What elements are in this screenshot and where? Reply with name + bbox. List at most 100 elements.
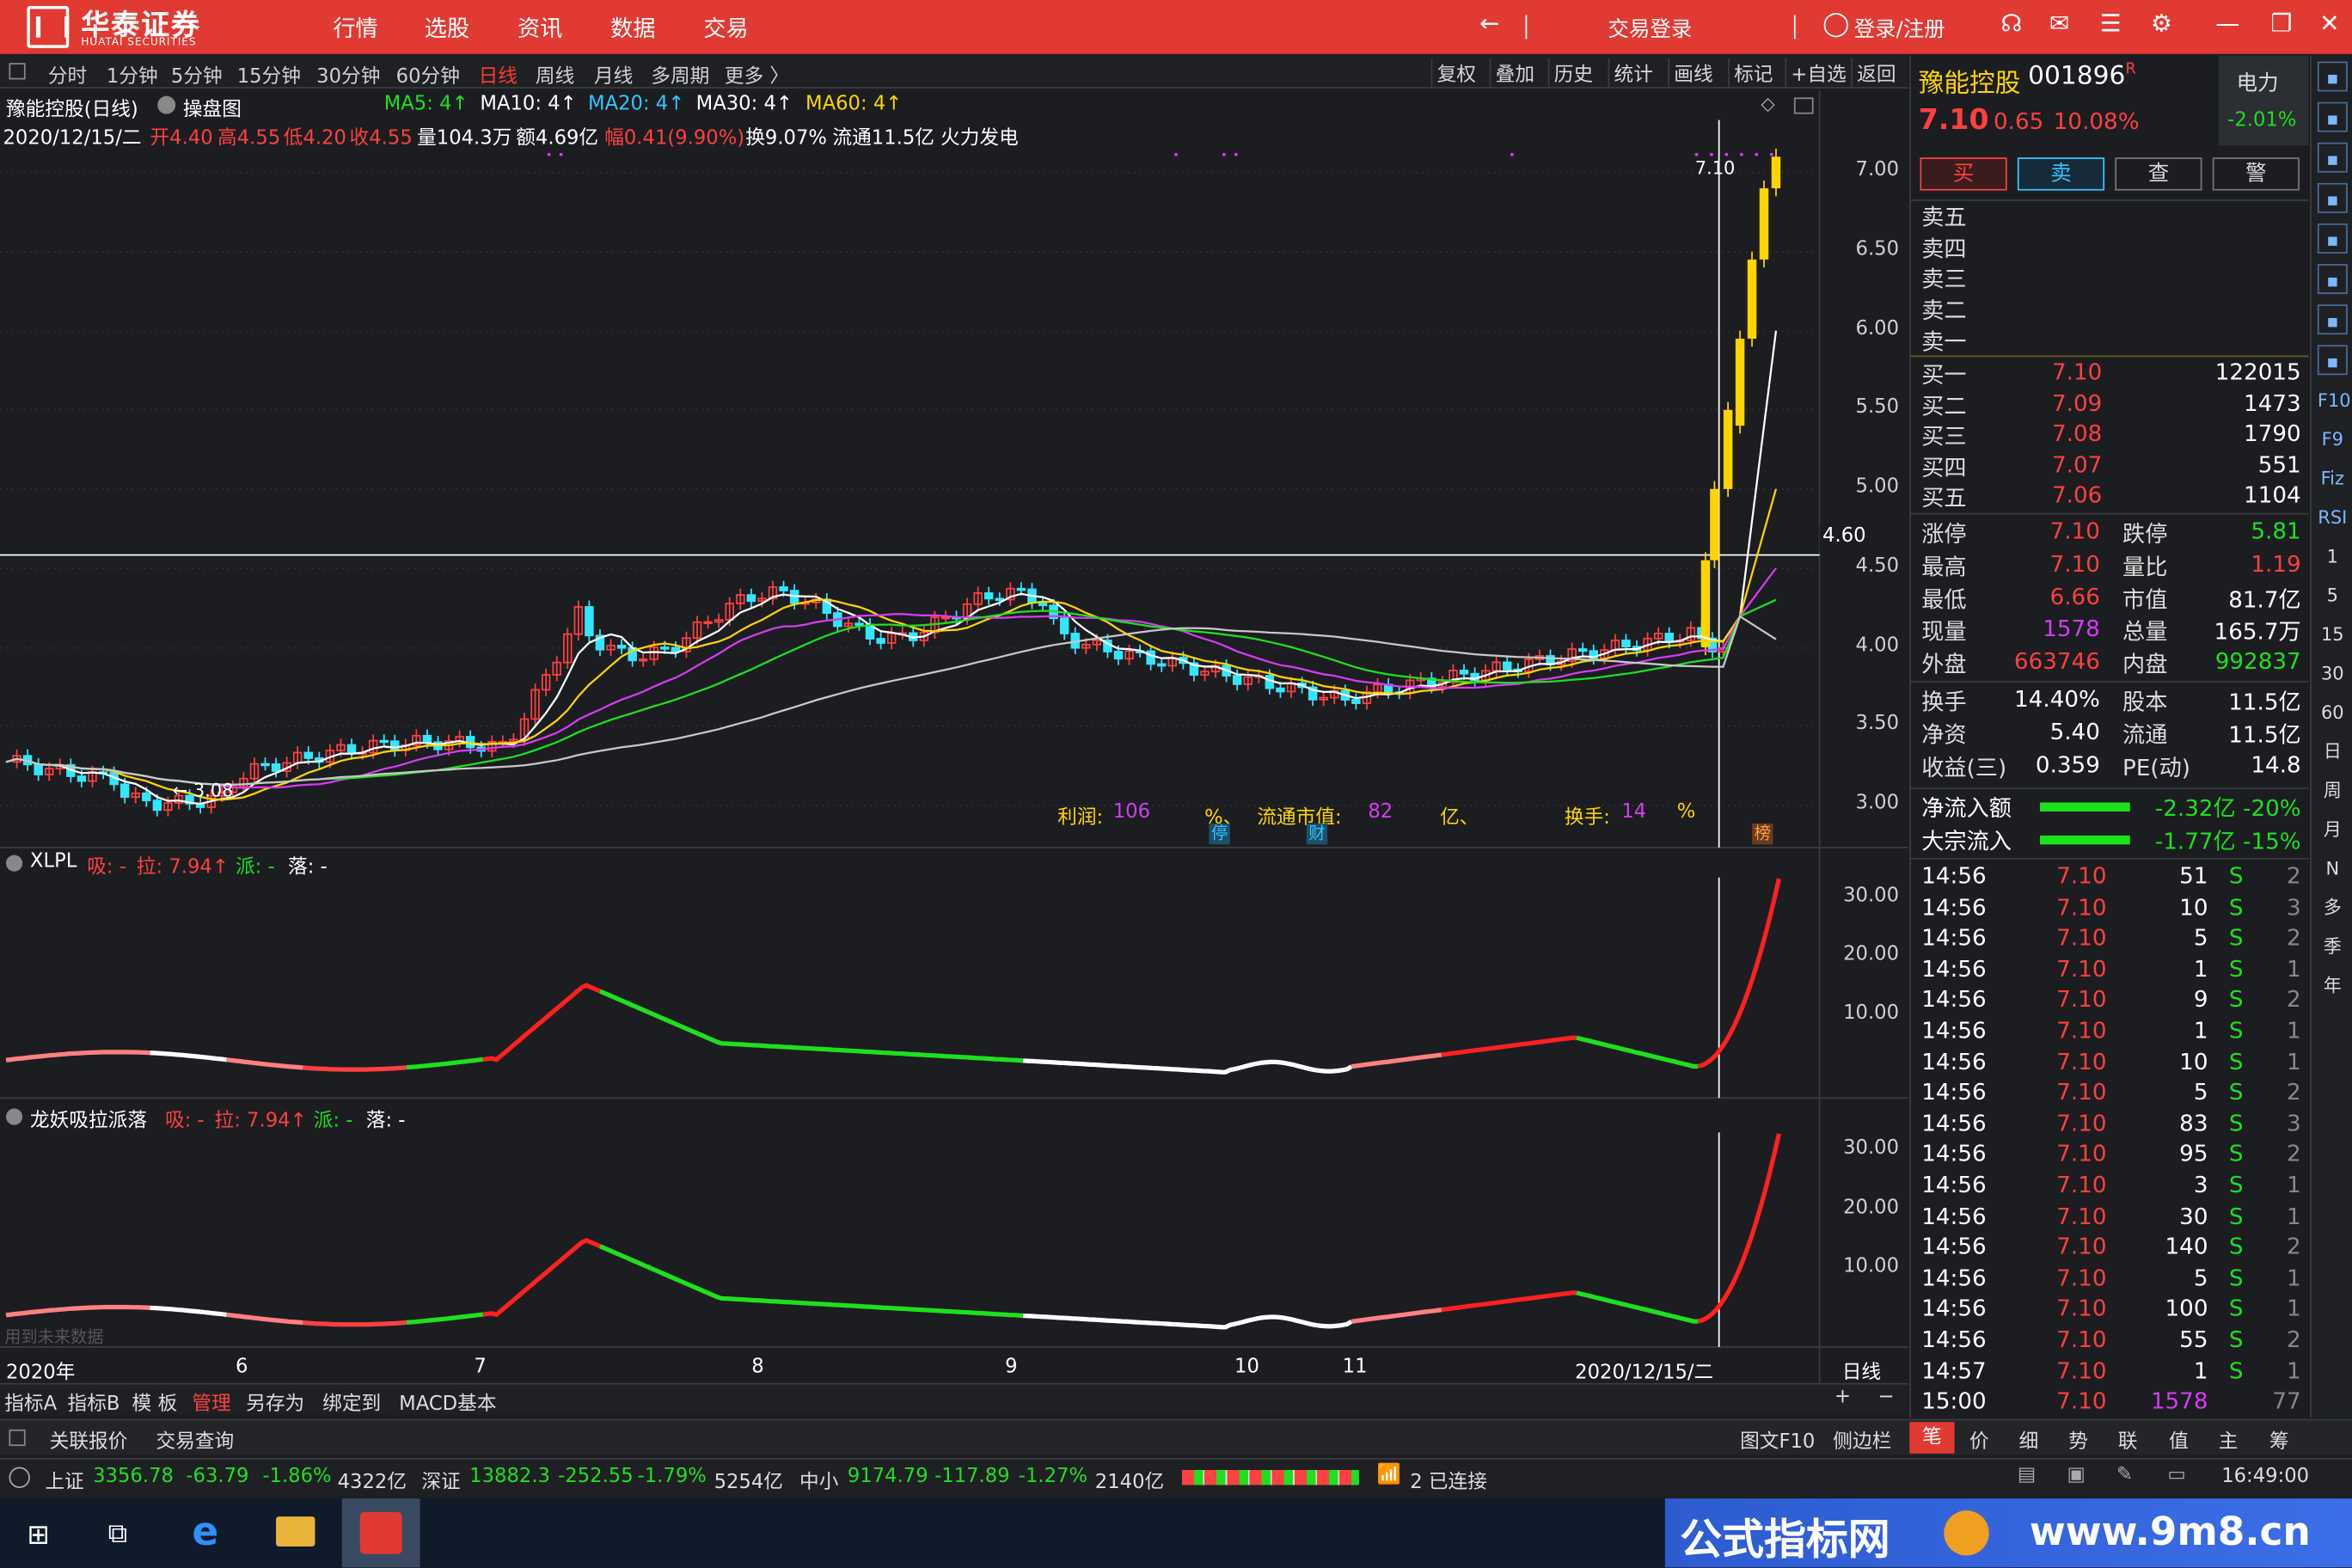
right-toolbar-item[interactable]: Fiz bbox=[2318, 463, 2348, 493]
close-icon[interactable]: ✕ bbox=[2313, 9, 2346, 37]
sidebar-button[interactable]: 侧边栏 bbox=[1833, 1425, 1891, 1454]
period-tab-5m[interactable]: 5分钟 bbox=[171, 60, 223, 89]
table-icon[interactable]: ▪ bbox=[2317, 223, 2348, 254]
nav-data[interactable]: 数据 bbox=[610, 12, 655, 44]
panel-tab-price[interactable]: 价 bbox=[1969, 1425, 1989, 1454]
panel-tab-detail[interactable]: 细 bbox=[2019, 1425, 2039, 1454]
file-explorer-icon[interactable] bbox=[276, 1516, 315, 1547]
halt-tag[interactable]: 停 bbox=[1209, 823, 1230, 845]
market-icon[interactable] bbox=[9, 1467, 30, 1488]
period-tab-1m[interactable]: 1分钟 bbox=[107, 60, 158, 89]
period-tab-timeshare[interactable]: 分时 bbox=[48, 60, 87, 89]
right-toolbar-item[interactable]: 60 bbox=[2318, 697, 2348, 727]
chart-mode[interactable]: 操盘图 bbox=[183, 93, 242, 121]
period-tab-more[interactable]: 更多 〉 bbox=[725, 60, 789, 89]
tab-macd[interactable]: MACD基本 bbox=[399, 1387, 496, 1416]
trade-login-button[interactable]: 交易登录 bbox=[1608, 14, 1693, 44]
return-button[interactable]: 返回 bbox=[1851, 58, 1901, 88]
menu-list-icon[interactable]: ☰ bbox=[2094, 9, 2127, 37]
right-toolbar-item[interactable]: F10 bbox=[2318, 385, 2351, 415]
settings-gear-icon[interactable]: ⚙ bbox=[2145, 9, 2177, 37]
pin-icon[interactable]: ✎ bbox=[2116, 1464, 2133, 1486]
tab-save-as[interactable]: 另存为 bbox=[246, 1387, 304, 1416]
nav-market[interactable]: 行情 bbox=[333, 12, 377, 44]
right-toolbar-item[interactable]: 1 bbox=[2318, 542, 2348, 572]
period-tab-monthly[interactable]: 月线 bbox=[594, 60, 633, 89]
mail-icon[interactable]: ✉ bbox=[2043, 9, 2076, 37]
connection-status[interactable]: 2 已连接 bbox=[1410, 1466, 1487, 1494]
panel-tab-chips[interactable]: 筹 bbox=[2269, 1425, 2289, 1454]
edge-browser-icon[interactable]: e bbox=[192, 1510, 218, 1555]
period-tab-30m[interactable]: 30分钟 bbox=[316, 60, 380, 89]
finance-tag[interactable]: 财 bbox=[1306, 823, 1328, 845]
f10-button[interactable]: 图文F10 bbox=[1740, 1425, 1815, 1454]
right-toolbar-item[interactable]: N bbox=[2318, 854, 2348, 884]
nav-news[interactable]: 资讯 bbox=[518, 12, 562, 44]
sector-box[interactable]: 电力 -2.01% bbox=[2218, 55, 2309, 146]
tab-manage[interactable]: 管理 bbox=[192, 1387, 230, 1416]
chart-svg[interactable] bbox=[0, 89, 1908, 1393]
period-tab-weekly[interactable]: 周线 bbox=[536, 60, 574, 89]
right-toolbar-item[interactable]: 30 bbox=[2318, 658, 2348, 689]
nav-stock-picker[interactable]: 选股 bbox=[425, 12, 469, 44]
app-logo[interactable]: 华泰证券 HUATAI SECURITIES bbox=[9, 3, 218, 51]
panel-toggle-icon[interactable] bbox=[9, 1429, 26, 1447]
right-toolbar-item[interactable]: 周 bbox=[2318, 775, 2348, 805]
right-toolbar-item[interactable]: 日 bbox=[2318, 737, 2348, 767]
zoom-out-icon[interactable]: − bbox=[1878, 1386, 1895, 1408]
bid-price[interactable]: 7.09 bbox=[2052, 389, 2102, 416]
back-arrow-icon[interactable]: ← bbox=[1473, 9, 1505, 37]
bid-price[interactable]: 7.07 bbox=[2052, 450, 2102, 477]
mode-dropdown-icon[interactable] bbox=[157, 95, 176, 114]
ind1-dropdown-icon[interactable] bbox=[5, 854, 23, 872]
panel-tab-trend[interactable]: 势 bbox=[2068, 1425, 2088, 1454]
panel-tab-linked[interactable]: 联 bbox=[2118, 1425, 2138, 1454]
draw-line-button[interactable]: 画线 bbox=[1668, 58, 1718, 88]
add-watchlist-button[interactable]: +自选 bbox=[1785, 58, 1851, 88]
restore-icon[interactable]: ❐ bbox=[2265, 9, 2298, 37]
rank-tag[interactable]: 榜 bbox=[1752, 823, 1773, 845]
period-tab-15m[interactable]: 15分钟 bbox=[237, 60, 301, 89]
right-toolbar-item[interactable]: 5 bbox=[2318, 580, 2348, 610]
sell-button[interactable]: 卖 bbox=[2017, 157, 2105, 191]
right-toolbar-item[interactable]: 月 bbox=[2318, 814, 2348, 844]
mark-button[interactable]: 标记 bbox=[1728, 58, 1778, 88]
calc-icon[interactable]: ▤ bbox=[2018, 1464, 2036, 1486]
down-arrow-icon[interactable]: ▪ bbox=[2317, 142, 2348, 173]
overlay-button[interactable]: 叠加 bbox=[1489, 58, 1540, 88]
period-tab-multi[interactable]: 多周期 bbox=[651, 60, 709, 89]
headset-icon[interactable]: ☊ bbox=[1995, 9, 2028, 37]
index-zx-name[interactable]: 中小 bbox=[799, 1466, 838, 1494]
query-button[interactable]: 查 bbox=[2115, 157, 2202, 191]
minimize-icon[interactable]: — bbox=[2211, 9, 2244, 37]
windows-start-icon[interactable]: ⊞ bbox=[27, 1520, 49, 1552]
period-tab-60m[interactable]: 60分钟 bbox=[396, 60, 460, 89]
diamond-icon[interactable]: ◇ bbox=[1761, 93, 1775, 113]
watch-icon[interactable]: ▪ bbox=[2317, 61, 2348, 92]
right-toolbar-item[interactable]: RSI bbox=[2318, 503, 2348, 533]
index-sh-name[interactable]: 上证 bbox=[45, 1466, 83, 1494]
stats-button[interactable]: 统计 bbox=[1608, 58, 1658, 88]
tab-indicator-a[interactable]: 指标A bbox=[4, 1387, 57, 1416]
ind2-dropdown-icon[interactable] bbox=[5, 1108, 23, 1125]
period-tab-daily[interactable]: 日线 bbox=[479, 60, 518, 89]
screen-icon[interactable]: ▭ bbox=[2167, 1464, 2185, 1486]
user-icon[interactable]: ◯ bbox=[1820, 9, 1853, 37]
login-register-link[interactable]: 登录/注册 bbox=[1854, 14, 1945, 44]
panel-tab-value[interactable]: 值 bbox=[2169, 1425, 2189, 1454]
nav-trade[interactable]: 交易 bbox=[703, 12, 748, 44]
history-button[interactable]: 历史 bbox=[1547, 58, 1598, 88]
task-view-icon[interactable]: ⧉ bbox=[108, 1518, 127, 1550]
list-icon[interactable]: ▪ bbox=[2317, 345, 2348, 376]
right-toolbar-item[interactable]: 季 bbox=[2318, 932, 2348, 962]
chart-area[interactable]: 豫能控股(日线) 操盘图 MA5: 4↑ MA10: 4↑ MA20: 4↑ M… bbox=[0, 89, 1908, 1393]
up-arrow-icon[interactable]: ▪ bbox=[2317, 101, 2348, 132]
monitor-icon[interactable]: ▣ bbox=[2067, 1464, 2085, 1486]
right-toolbar-item[interactable]: 15 bbox=[2318, 620, 2348, 650]
window-icon[interactable] bbox=[1793, 97, 1814, 114]
buy-button[interactable]: 买 bbox=[1920, 157, 2007, 191]
right-toolbar-item[interactable]: F9 bbox=[2318, 425, 2348, 455]
related-quote-tab[interactable]: 关联报价 bbox=[50, 1425, 128, 1454]
ind2-name[interactable]: 龙妖吸拉派落 bbox=[30, 1104, 147, 1132]
panel-tab-main[interactable]: 主 bbox=[2219, 1425, 2239, 1454]
